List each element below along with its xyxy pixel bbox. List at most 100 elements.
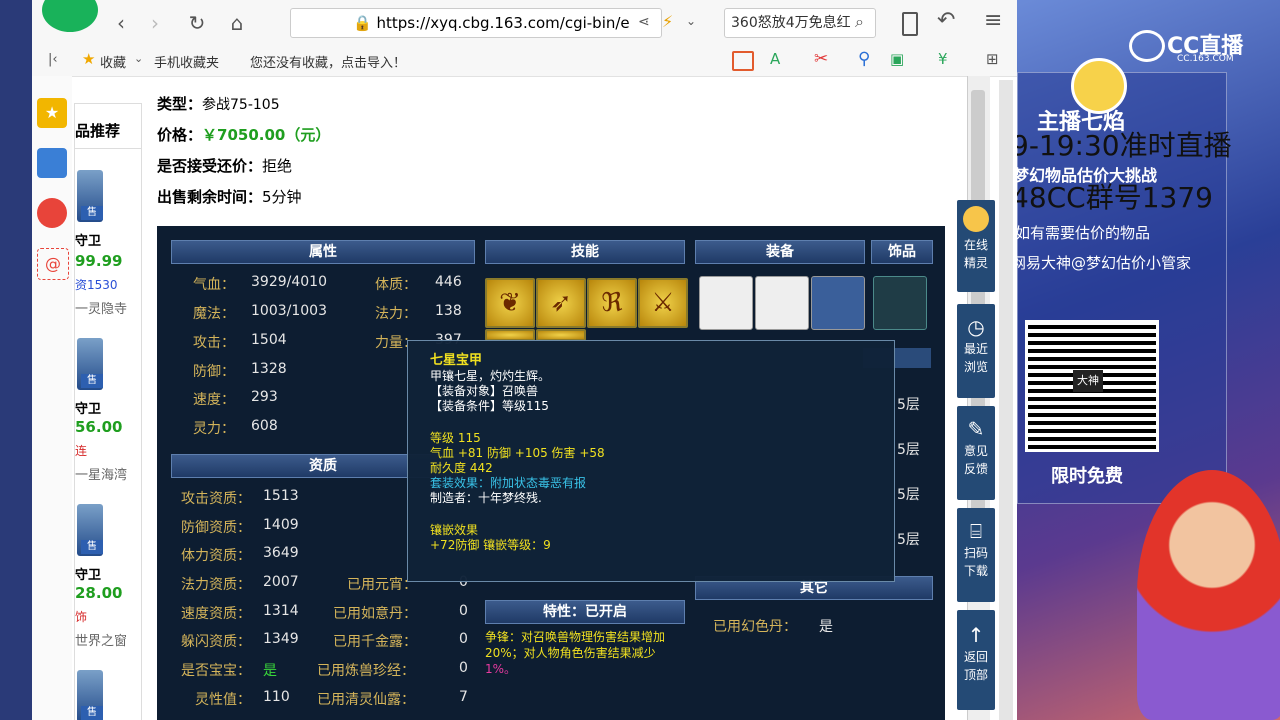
qr-center-label: 大神 [1073, 370, 1103, 392]
mobile-icon[interactable] [902, 12, 918, 36]
bolt-icon[interactable]: ⚡ [662, 12, 673, 31]
hint-text: 如有需要估价的物品 [1017, 224, 1151, 242]
item-thumbnail[interactable]: 售 [77, 670, 103, 720]
item-thumbnail[interactable]: 售 [77, 504, 103, 556]
skill-slot[interactable]: ℜ [587, 278, 637, 328]
home-icon[interactable]: ⌂ [224, 10, 250, 36]
edit-icon: ✎ [967, 417, 985, 441]
item-extra: 资1530 [75, 278, 118, 292]
favorites-star-icon: ★ [82, 50, 96, 68]
mail-icon[interactable]: @ [37, 248, 69, 280]
scissors-icon[interactable]: ✂ [814, 49, 828, 69]
collapse-icon[interactable]: |‹ [48, 52, 58, 67]
dropdown-icon[interactable]: ⌄ [686, 14, 696, 28]
aptitude-label: 灵性值： [195, 692, 251, 708]
skill-slot[interactable]: ➶ [536, 278, 586, 328]
attr-label: 速度： [193, 392, 235, 408]
aptitude-value: 1409 [263, 517, 299, 533]
group-text: 48CC群号1379 [1017, 181, 1213, 214]
tooltip-title: 七星宝甲 [430, 353, 483, 368]
gamepad-icon[interactable]: ▣ [890, 50, 904, 68]
remaining-row: 出售剩余时间：5分钟 [157, 188, 302, 206]
news-icon[interactable] [37, 148, 67, 178]
accessory-header: 饰品 [871, 240, 933, 264]
scan-download-button[interactable]: ⌸ 扫码 下载 [957, 508, 995, 602]
accessory-slot[interactable] [873, 276, 927, 330]
skill-slot[interactable]: ⚔ [638, 278, 688, 328]
other-label: 已用幻色丹： [713, 619, 797, 635]
forward-button[interactable]: › [142, 10, 168, 36]
item-name[interactable]: 守卫 [75, 564, 101, 583]
feedback-button[interactable]: ✎ 意见 反馈 [957, 406, 995, 500]
item-thumbnail[interactable]: 售 [77, 338, 103, 390]
used-item-value: 0 [459, 631, 468, 647]
menu-icon[interactable]: ≡ [984, 8, 1002, 33]
yen-icon[interactable]: ¥ [938, 50, 948, 68]
attr-value: 608 [251, 418, 278, 434]
browser-toolbar: ‹ › ↻ ⌂ 网易 🔒 https://xyq.cbg.163.com/cgi… [32, 0, 1017, 47]
used-item-label: 已用如意丹： [333, 606, 417, 622]
back-to-top-button[interactable]: ↑ 返回 顶部 [957, 610, 995, 710]
item-price: 28.00 [75, 584, 123, 602]
browser-logo-icon[interactable] [42, 0, 98, 32]
item-name[interactable]: 守卫 [75, 230, 101, 249]
attr-value: 138 [435, 303, 462, 319]
layer-count: 5层 [897, 532, 920, 548]
attr-label: 体质： [375, 277, 417, 293]
scan-icon: ⌸ [970, 519, 982, 543]
reload-button[interactable]: ↻ [184, 10, 210, 36]
aptitude-value: 是 [263, 663, 277, 679]
free-text: 限时免费 [1051, 466, 1123, 487]
calendar-icon[interactable] [732, 51, 754, 71]
trait-text: 1%。 [485, 662, 517, 676]
weibo-icon[interactable] [37, 198, 67, 228]
aptitude-label: 攻击资质： [181, 491, 251, 507]
price-row: 价格：￥7050.00（元） [157, 126, 331, 144]
skill-slot[interactable]: ❦ [485, 278, 535, 328]
aptitude-value: 1349 [263, 631, 299, 647]
equip-slot-ring[interactable] [755, 276, 809, 330]
equip-slot-armor[interactable] [811, 276, 865, 330]
import-hint-link[interactable]: 您还没有收藏，点击导入！ [250, 52, 406, 71]
item-price: 99.99 [75, 252, 123, 270]
item-extra: 连 [75, 444, 88, 458]
lock-icon: 🔒 [353, 14, 372, 32]
layer-count: 5层 [897, 442, 920, 458]
attr-value: 293 [251, 389, 278, 405]
favorites-menu[interactable]: 收藏 [100, 52, 126, 71]
magnifier-icon[interactable]: ⚲ [858, 49, 870, 69]
aptitude-label: 法力资质： [181, 577, 251, 593]
chevron-down-icon[interactable]: ⌄ [134, 52, 143, 65]
equip-slot-armlet[interactable] [699, 276, 753, 330]
item-name[interactable]: 守卫 [75, 398, 101, 417]
search-icon[interactable]: ⌕ [855, 12, 864, 32]
sale-badge: 售 [81, 206, 103, 220]
aptitude-value: 1314 [263, 603, 299, 619]
share-icon[interactable]: ⋖ [638, 14, 650, 30]
star-icon[interactable]: ★ [37, 98, 67, 128]
contact-text: 网易大神@梦幻估价小管家 [1017, 254, 1192, 272]
tooltip-requirement: 【装备条件】等级115 [430, 399, 549, 413]
recent-browse-button[interactable]: ◷ 最近 浏览 [957, 304, 995, 398]
translate-icon[interactable]: A [770, 50, 780, 68]
online-assistant-button[interactable]: 在线 精灵 [957, 200, 995, 292]
search-input[interactable]: 360怒放4万免息红 [724, 8, 876, 38]
item-thumbnail[interactable]: 售 [77, 170, 103, 222]
address-bar[interactable]: 🔒 https://xyq.cbg.163.com/cgi-bin/e [290, 8, 662, 38]
used-item-value: 0 [459, 603, 468, 619]
other-value: 是 [819, 619, 833, 635]
clock-icon: ◷ [967, 315, 985, 339]
attr-label: 法力： [375, 306, 417, 322]
apps-icon[interactable]: ⊞ [986, 50, 999, 68]
mobile-favorites-link[interactable]: 手机收藏夹 [154, 52, 219, 71]
attributes-header: 属性 [171, 240, 475, 264]
item-server: 一灵隐寺 [75, 302, 128, 317]
attr-value: 446 [435, 274, 462, 290]
tooltip-maker: 制造者：十年梦终残. [430, 491, 542, 505]
attr-label: 攻击： [193, 335, 235, 351]
page-scrollbar[interactable] [999, 80, 1013, 720]
back-button[interactable]: ‹ [108, 10, 134, 36]
attr-label: 气血： [193, 277, 235, 293]
cc-logo-sub: CC.163.COM [1177, 54, 1234, 64]
undo-icon[interactable]: ↶ [937, 8, 955, 33]
